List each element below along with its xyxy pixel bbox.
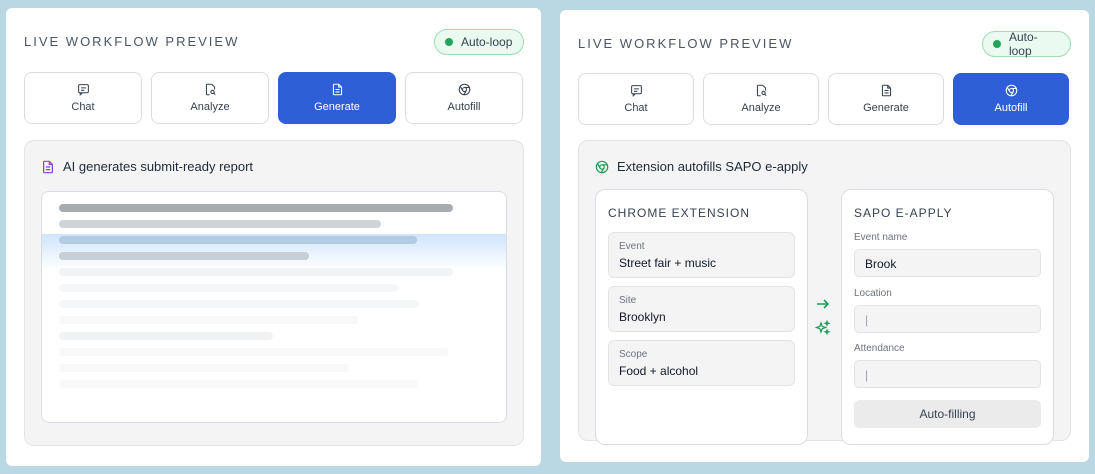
chrome-icon (458, 83, 470, 96)
panel-title: LIVE WORKFLOW PREVIEW (578, 36, 794, 51)
report-preview (41, 191, 507, 423)
tab-label: Autofill (447, 101, 481, 113)
report-line (59, 300, 419, 308)
tab-analyze[interactable]: Analyze (703, 73, 819, 125)
report-line (59, 316, 359, 324)
auto-filling-button[interactable]: Auto-filling (854, 400, 1041, 428)
chrome-icon (1005, 84, 1017, 97)
attendance-input[interactable]: | (854, 360, 1041, 388)
stage-header-label: AI generates submit-ready report (63, 159, 254, 174)
document-icon (881, 84, 891, 97)
badge-label: Auto-loop (1008, 30, 1038, 58)
report-line (59, 348, 449, 356)
report-line (59, 364, 349, 372)
report-line (59, 284, 399, 292)
field-label: Scope (619, 349, 648, 360)
tab-label: Autofill (994, 102, 1028, 114)
tab-chat[interactable]: Chat (578, 73, 694, 125)
file-search-icon (205, 83, 216, 96)
report-line (59, 268, 453, 276)
field-value: Street fair + music (619, 256, 717, 270)
field-value: Food + alcohol (619, 364, 699, 378)
report-line (59, 380, 419, 388)
sparkles-icon (815, 320, 831, 336)
tab-autofill[interactable]: Autofill (405, 72, 523, 124)
tab-generate[interactable]: Generate (828, 73, 944, 125)
report-document-icon (43, 160, 53, 173)
workflow-preview-generate: LIVE WORKFLOW PREVIEW Auto-loop Chat Ana… (6, 8, 541, 466)
status-dot-icon (445, 38, 453, 46)
transfer-indicator (815, 296, 835, 344)
workflow-tabs: Chat Analyze Generate Autofill (578, 73, 1069, 125)
event-name-input[interactable]: Brook (854, 249, 1041, 277)
status-dot-icon (993, 40, 1001, 48)
tab-analyze[interactable]: Analyze (151, 72, 269, 124)
field-label: Attendance (854, 343, 905, 354)
report-line (59, 252, 309, 260)
extension-field-site: Site Brooklyn (608, 286, 795, 332)
card-title: SAPO E-APPLY (854, 206, 953, 220)
tab-label: Chat (71, 101, 95, 113)
generate-stage: AI generates submit-ready report (24, 140, 524, 446)
badge-label: Auto-loop (461, 35, 513, 49)
auto-loop-badge[interactable]: Auto-loop (982, 30, 1071, 58)
extension-field-event: Event Street fair + music (608, 232, 795, 278)
tab-chat[interactable]: Chat (24, 72, 142, 124)
field-label: Location (854, 288, 892, 299)
panel-title: LIVE WORKFLOW PREVIEW (24, 34, 240, 49)
chrome-icon (595, 160, 609, 173)
tab-label: Chat (624, 102, 648, 114)
report-line (59, 220, 381, 228)
stage-header-label: Extension autofills SAPO e-apply (617, 159, 808, 174)
report-line (59, 204, 453, 212)
location-input[interactable]: | (854, 305, 1041, 333)
workflow-tabs: Chat Analyze Generate Autofill (24, 72, 523, 124)
chrome-extension-card: CHROME EXTENSION Event Street fair + mus… (595, 189, 808, 445)
chat-icon (630, 85, 642, 97)
autofill-stage: Extension autofills SAPO e-apply CHROME … (578, 140, 1071, 445)
stage-header: AI generates submit-ready report (41, 159, 253, 174)
field-value: Brooklyn (619, 310, 666, 324)
field-label: Event name (854, 232, 908, 243)
report-line (59, 236, 417, 244)
arrow-right-icon (817, 299, 830, 309)
file-search-icon (756, 84, 767, 97)
sapo-eapply-card: SAPO E-APPLY Event name Brook Location |… (841, 189, 1054, 445)
report-line (59, 332, 273, 340)
chat-icon (77, 84, 89, 96)
tab-label: Generate (863, 102, 909, 114)
tab-label: Generate (314, 101, 360, 113)
field-label: Site (619, 295, 637, 306)
extension-field-scope: Scope Food + alcohol (608, 340, 795, 386)
workflow-preview-autofill: LIVE WORKFLOW PREVIEW Auto-loop Chat Ana… (560, 10, 1089, 462)
field-label: Event (619, 241, 645, 252)
tab-generate[interactable]: Generate (278, 72, 396, 124)
tab-autofill[interactable]: Autofill (953, 73, 1069, 125)
document-icon (332, 83, 342, 96)
tab-label: Analyze (190, 101, 230, 113)
auto-loop-badge[interactable]: Auto-loop (434, 29, 524, 55)
tab-label: Analyze (741, 102, 781, 114)
stage-header: Extension autofills SAPO e-apply (595, 159, 808, 174)
card-title: CHROME EXTENSION (608, 206, 751, 220)
